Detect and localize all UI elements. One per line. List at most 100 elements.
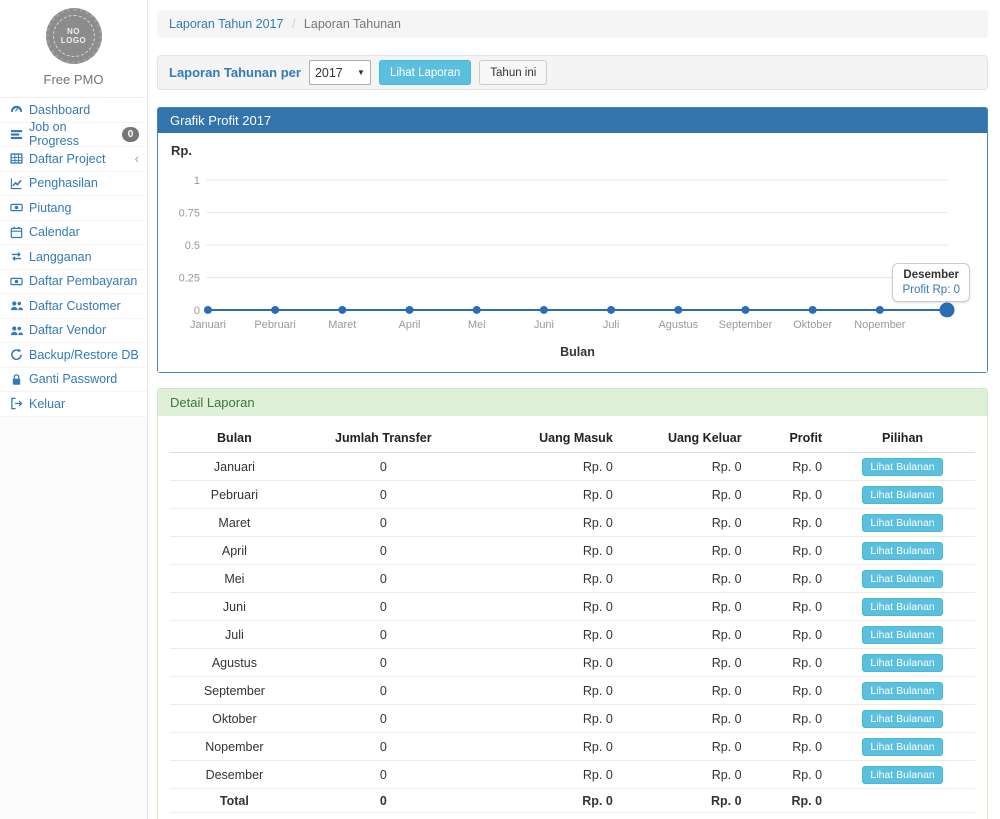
cell-uang_keluar: Rp. 0 — [621, 649, 750, 677]
sign-out-icon — [9, 397, 23, 411]
view-monthly-button[interactable]: Lihat Bulanan — [862, 626, 942, 644]
sidebar-item-daftar-project[interactable]: Daftar Project‹ — [0, 147, 147, 172]
sidebar-item-label: Calendar — [29, 225, 80, 239]
cell-jumlah_transfer: 0 — [299, 481, 468, 509]
sidebar-item-label: Backup/Restore DB — [29, 348, 139, 362]
tasks-icon — [9, 127, 23, 141]
cell-profit: Rp. 0 — [750, 649, 831, 677]
column-header-uang-masuk: Uang Masuk — [468, 424, 621, 453]
view-monthly-button[interactable]: Lihat Bulanan — [862, 738, 942, 756]
cell-uang_masuk: Rp. 0 — [468, 593, 621, 621]
cell-bulan: Total — [170, 789, 299, 813]
table-row: Juli0Rp. 0Rp. 0Rp. 0Lihat Bulanan — [170, 621, 975, 649]
cell-bulan: Maret — [170, 509, 299, 537]
sidebar-item-backup-restore-db[interactable]: Backup/Restore DB — [0, 343, 147, 368]
cell-uang_masuk: Rp. 0 — [468, 733, 621, 761]
sidebar-item-job-on-progress[interactable]: Job on Progress0 — [0, 123, 147, 148]
sidebar-item-daftar-customer[interactable]: Daftar Customer — [0, 294, 147, 319]
detail-panel-title: Detail Laporan — [158, 389, 987, 416]
cell-bulan: Oktober — [170, 705, 299, 733]
cell-bulan: April — [170, 537, 299, 565]
toolbar-label: Laporan Tahunan per — [169, 65, 301, 80]
cell-jumlah_transfer: 0 — [299, 593, 468, 621]
cell-uang_keluar: Rp. 0 — [621, 761, 750, 789]
cell-uang_masuk: Rp. 0 — [468, 537, 621, 565]
cell-uang_keluar: Rp. 0 — [621, 705, 750, 733]
sidebar-item-label: Penghasilan — [29, 176, 98, 190]
sidebar-item-penghasilan[interactable]: Penghasilan — [0, 172, 147, 197]
table-row: Mei0Rp. 0Rp. 0Rp. 0Lihat Bulanan — [170, 565, 975, 593]
view-monthly-button[interactable]: Lihat Bulanan — [862, 710, 942, 728]
breadcrumb-link-laporan-tahun[interactable]: Laporan Tahun 2017 — [169, 17, 283, 31]
cell-uang_masuk: Rp. 0 — [468, 453, 621, 481]
detail-panel-body: BulanJumlah TransferUang MasukUang Kelua… — [158, 416, 987, 819]
report-table-body: Januari0Rp. 0Rp. 0Rp. 0Lihat BulananPebr… — [170, 453, 975, 813]
sidebar-item-dashboard[interactable]: Dashboard — [0, 98, 147, 123]
sidebar-item-label: Daftar Customer — [29, 299, 121, 313]
view-monthly-button[interactable]: Lihat Bulanan — [862, 654, 942, 672]
sidebar-item-ganti-password[interactable]: Ganti Password — [0, 368, 147, 393]
no-logo-line2: LOGO — [61, 36, 87, 45]
sidebar-item-piutang[interactable]: Piutang — [0, 196, 147, 221]
cell-jumlah_transfer: 0 — [299, 565, 468, 593]
sidebar-item-label: Daftar Pembayaran — [29, 274, 137, 288]
view-monthly-button[interactable]: Lihat Bulanan — [862, 682, 942, 700]
cell-pilihan: Lihat Bulanan — [830, 453, 975, 481]
view-report-button[interactable]: Lihat Laporan — [379, 60, 471, 85]
sidebar-item-calendar[interactable]: Calendar — [0, 221, 147, 246]
profit-line-chart[interactable]: 00.250.50.751JanuariPebruariMaretAprilMe… — [173, 160, 972, 368]
view-monthly-button[interactable]: Lihat Bulanan — [862, 598, 942, 616]
sidebar-item-label: Daftar Project — [29, 152, 105, 166]
sidebar-item-keluar[interactable]: Keluar — [0, 392, 147, 417]
cell-jumlah_transfer: 0 — [299, 649, 468, 677]
money-icon — [9, 201, 23, 215]
cell-uang_keluar: Rp. 0 — [621, 509, 750, 537]
table-row: Pebruari0Rp. 0Rp. 0Rp. 0Lihat Bulanan — [170, 481, 975, 509]
breadcrumb-active: Laporan Tahunan — [304, 17, 401, 31]
view-monthly-button[interactable]: Lihat Bulanan — [862, 766, 942, 784]
breadcrumb-separator: / — [292, 17, 295, 31]
table-row: Agustus0Rp. 0Rp. 0Rp. 0Lihat Bulanan — [170, 649, 975, 677]
lock-icon — [9, 372, 23, 386]
svg-text:0.75: 0.75 — [179, 208, 200, 220]
table-row: Nopember0Rp. 0Rp. 0Rp. 0Lihat Bulanan — [170, 733, 975, 761]
calendar-icon — [9, 225, 23, 239]
cell-bulan: Agustus — [170, 649, 299, 677]
current-year-button[interactable]: Tahun ini — [479, 60, 547, 85]
year-select[interactable]: 2017 ▼ — [309, 60, 371, 85]
view-monthly-button[interactable]: Lihat Bulanan — [862, 486, 942, 504]
cell-jumlah_transfer: 0 — [299, 509, 468, 537]
cell-uang_keluar: Rp. 0 — [621, 621, 750, 649]
cell-profit: Rp. 0 — [750, 593, 831, 621]
svg-text:Juli: Juli — [603, 319, 619, 331]
table-row: April0Rp. 0Rp. 0Rp. 0Lihat Bulanan — [170, 537, 975, 565]
view-monthly-button[interactable]: Lihat Bulanan — [862, 570, 942, 588]
chart-body: Rp. 00.250.50.751JanuariPebruariMaretApr… — [158, 133, 987, 372]
view-monthly-button[interactable]: Lihat Bulanan — [862, 458, 942, 476]
cell-uang_masuk: Rp. 0 — [468, 649, 621, 677]
sidebar-item-label: Piutang — [29, 201, 71, 215]
chart-tooltip-value: Profit Rp: 0 — [902, 284, 960, 296]
total-row: Total0Rp. 0Rp. 0Rp. 0 — [170, 789, 975, 813]
sidebar-item-label: Ganti Password — [29, 372, 117, 386]
cell-uang_masuk: Rp. 0 — [468, 481, 621, 509]
no-logo-line1: NO — [61, 27, 87, 36]
y-axis-label: Rp. — [171, 143, 972, 158]
sidebar-item-langganan[interactable]: Langganan — [0, 245, 147, 270]
year-select-value: 2017 — [315, 66, 343, 80]
users-icon — [9, 299, 23, 313]
svg-text:Maret: Maret — [328, 319, 356, 331]
view-monthly-button[interactable]: Lihat Bulanan — [862, 514, 942, 532]
svg-text:0: 0 — [194, 305, 200, 317]
sidebar-item-daftar-vendor[interactable]: Daftar Vendor — [0, 319, 147, 344]
chart-tooltip-title: Desember — [902, 269, 960, 281]
cell-pilihan: Lihat Bulanan — [830, 733, 975, 761]
table-icon — [9, 152, 23, 166]
sidebar-item-daftar-pembayaran[interactable]: Daftar Pembayaran — [0, 270, 147, 295]
cell-profit: Rp. 0 — [750, 761, 831, 789]
cell-bulan: Pebruari — [170, 481, 299, 509]
cell-bulan: Desember — [170, 761, 299, 789]
cell-pilihan: Lihat Bulanan — [830, 649, 975, 677]
job-count-badge: 0 — [122, 127, 139, 142]
view-monthly-button[interactable]: Lihat Bulanan — [862, 542, 942, 560]
